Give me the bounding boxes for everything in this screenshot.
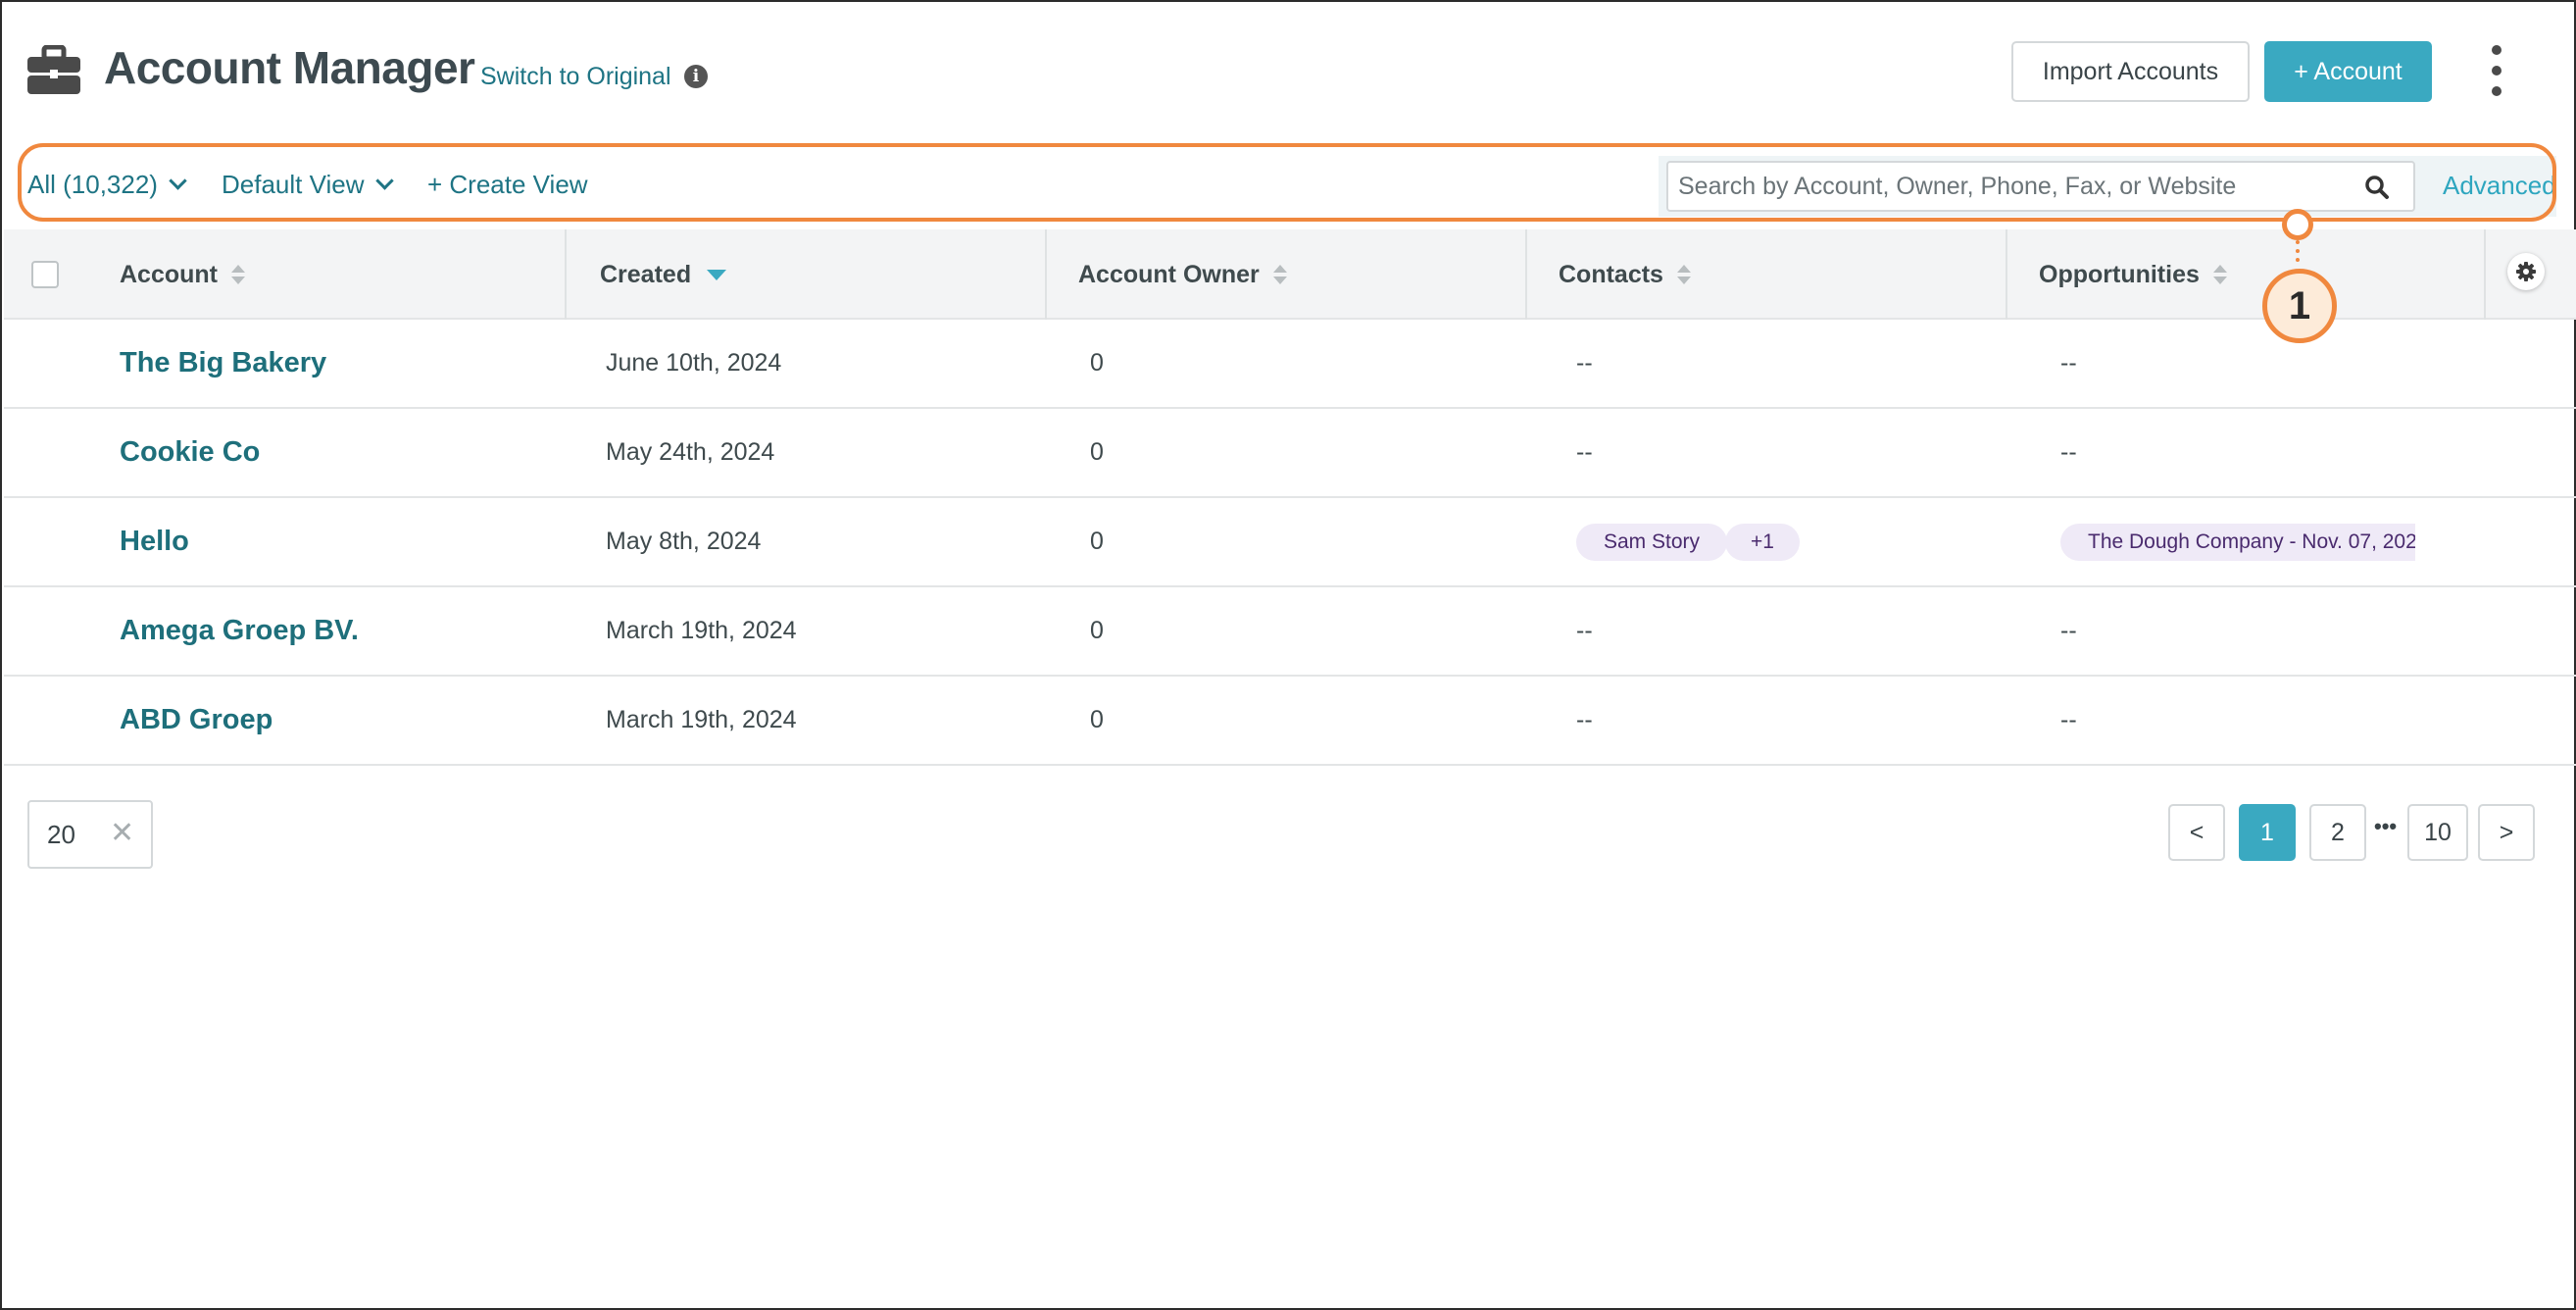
column-divider (1045, 229, 1047, 320)
account-cell: Hello (120, 498, 189, 585)
column-divider (565, 229, 567, 320)
opportunity-tag[interactable]: The Dough Company - Nov. 07, 2024 (2060, 524, 2415, 561)
sort-icon[interactable] (231, 265, 245, 286)
column-header-account-owner[interactable]: Account Owner (1078, 229, 1287, 320)
table-row: Cookie Co May 24th, 2024 0 -- -- (4, 409, 2576, 498)
sort-desc-icon[interactable] (707, 270, 727, 280)
column-label: Account (120, 261, 218, 288)
kebab-menu-icon[interactable] (2482, 45, 2511, 96)
column-label: Created (600, 261, 692, 288)
briefcase-icon (27, 45, 80, 94)
account-link[interactable]: The Big Bakery (120, 347, 326, 378)
rows-per-page-value: 20 (47, 820, 75, 849)
page-button-1[interactable]: 1 (2239, 804, 2296, 861)
clear-icon[interactable]: ✕ (110, 816, 134, 850)
account-link[interactable]: Hello (120, 526, 189, 557)
column-divider (1525, 229, 1527, 320)
column-divider (2484, 229, 2486, 320)
contact-more-tag[interactable]: +1 (1725, 524, 1800, 561)
pagination-ellipsis: ••• (2374, 814, 2398, 838)
owner-cell: 0 (1090, 349, 1104, 377)
gear-icon[interactable] (2507, 253, 2545, 290)
callout-anchor (2282, 209, 2313, 240)
table-row: Hello May 8th, 2024 0 Sam Story +1 The D… (4, 498, 2576, 587)
account-cell: Cookie Co (120, 409, 260, 496)
table-row: Amega Groep BV. March 19th, 2024 0 -- -- (4, 587, 2576, 677)
sort-icon[interactable] (1272, 265, 1287, 286)
owner-cell: 0 (1090, 438, 1104, 466)
next-page-button[interactable]: > (2478, 804, 2535, 861)
created-cell: May 8th, 2024 (606, 528, 762, 555)
contacts-cell: -- (1576, 706, 1593, 733)
created-cell: May 24th, 2024 (606, 438, 775, 466)
owner-cell: 0 (1090, 706, 1104, 733)
page-button-last[interactable]: 10 (2407, 804, 2468, 861)
column-label: Contacts (1559, 261, 1663, 288)
contacts-cell: -- (1576, 438, 1593, 466)
page-header: Account Manager Switch to Original i Imp… (2, 2, 2574, 139)
column-header-created[interactable]: Created (600, 229, 727, 320)
created-cell: June 10th, 2024 (606, 349, 782, 377)
created-cell: March 19th, 2024 (606, 617, 797, 644)
opportunities-cell: -- (2060, 617, 2077, 644)
info-icon[interactable]: i (684, 65, 708, 88)
column-label: Opportunities (2039, 261, 2200, 288)
account-cell: Amega Groep BV. (120, 587, 359, 675)
switch-to-original-link[interactable]: Switch to Original (480, 63, 671, 91)
callout-connector (2296, 240, 2300, 262)
owner-cell: 0 (1090, 528, 1104, 555)
opportunities-cell: -- (2060, 706, 2077, 733)
table-row: ABD Groep March 19th, 2024 0 -- -- (4, 677, 2576, 766)
contacts-cell: -- (1576, 349, 1593, 377)
table-header: Account Created Account Owner Contacts O… (4, 229, 2576, 320)
column-divider (2006, 229, 2007, 320)
column-header-account[interactable]: Account (120, 229, 245, 320)
created-cell: March 19th, 2024 (606, 706, 797, 733)
page-title: Account Manager (104, 42, 475, 93)
account-cell: The Big Bakery (120, 320, 326, 407)
prev-page-button[interactable]: < (2168, 804, 2225, 861)
callout-badge: 1 (2262, 269, 2337, 343)
rows-per-page-select[interactable]: 20 ✕ (27, 800, 153, 869)
table-row: The Big Bakery June 10th, 2024 0 -- -- (4, 320, 2576, 409)
column-label: Account Owner (1078, 261, 1260, 288)
import-accounts-button[interactable]: Import Accounts (2011, 41, 2250, 102)
column-header-contacts[interactable]: Contacts (1559, 229, 1691, 320)
select-all-checkbox[interactable] (31, 261, 59, 288)
app-window: Account Manager Switch to Original i Imp… (0, 0, 2576, 1310)
opportunities-cell: -- (2060, 349, 2077, 377)
opportunities-cell: -- (2060, 438, 2077, 466)
column-header-opportunities[interactable]: Opportunities (2039, 229, 2227, 320)
add-account-button[interactable]: + Account (2264, 41, 2432, 102)
account-link[interactable]: ABD Groep (120, 704, 272, 735)
sort-icon[interactable] (1676, 265, 1691, 286)
sort-icon[interactable] (2212, 265, 2227, 286)
owner-cell: 0 (1090, 617, 1104, 644)
account-link[interactable]: Cookie Co (120, 436, 260, 468)
contact-tag[interactable]: Sam Story (1576, 524, 1728, 561)
page-button-2[interactable]: 2 (2309, 804, 2366, 861)
account-cell: ABD Groep (120, 677, 272, 764)
contacts-cell: -- (1576, 617, 1593, 644)
toolbar-highlight (18, 143, 2556, 222)
account-link[interactable]: Amega Groep BV. (120, 615, 359, 646)
